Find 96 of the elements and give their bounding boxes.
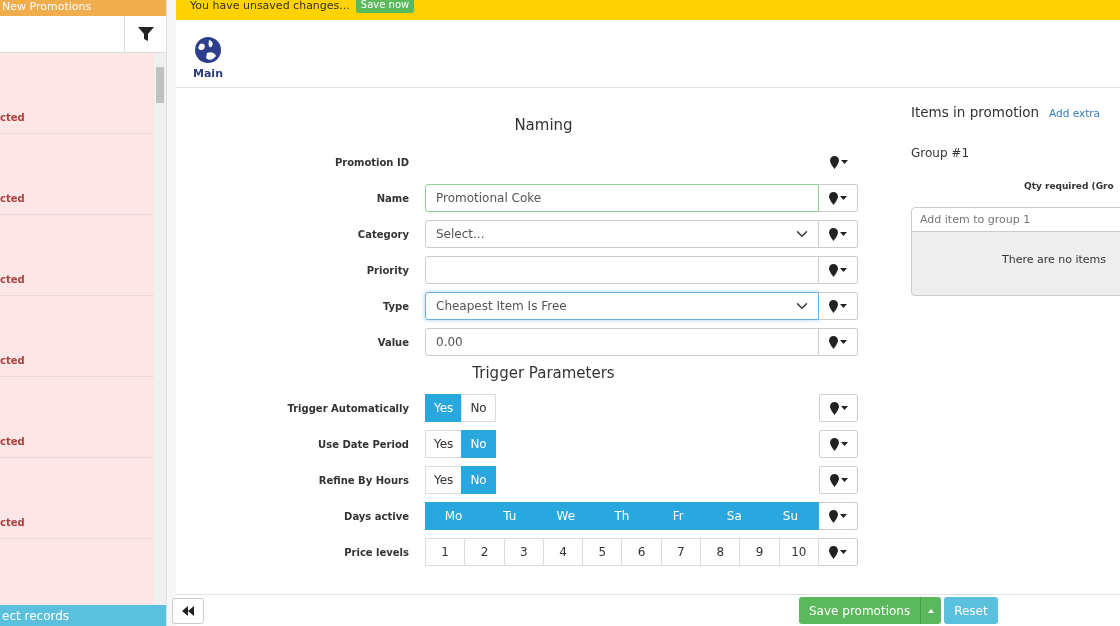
option-button[interactable]: 8	[700, 538, 741, 566]
caret-up-icon	[928, 608, 935, 613]
select-field[interactable]: Cheapest Item Is Free	[425, 292, 819, 320]
option-button[interactable]: 6	[621, 538, 662, 566]
pin-dropdown-button[interactable]	[819, 394, 858, 422]
field-label: Use Date Period	[317, 437, 410, 452]
option-button[interactable]: Yes	[425, 430, 463, 458]
option-button[interactable]: 3	[503, 538, 544, 566]
caret-icon	[840, 340, 847, 344]
field-label: Name	[375, 191, 410, 206]
option-button[interactable]: No	[461, 430, 496, 458]
option-button[interactable]: Sa	[705, 502, 763, 530]
sidebar-title: New Promotions	[0, 0, 166, 16]
pin-icon	[829, 263, 838, 277]
pin-dropdown-button[interactable]	[819, 502, 858, 530]
pin-icon	[829, 509, 838, 523]
caret-icon	[840, 514, 847, 518]
scrollbar[interactable]	[154, 53, 166, 605]
pin-icon	[829, 227, 838, 241]
pin-dropdown-button[interactable]	[819, 220, 858, 248]
text-field[interactable]	[425, 256, 819, 284]
caret-icon	[840, 304, 847, 308]
field-label: Refine By Hours	[317, 473, 410, 488]
main-tab[interactable]: Main	[193, 20, 223, 87]
option-button[interactable]: 7	[660, 538, 702, 566]
status-text: cted	[0, 516, 25, 530]
banner-message: You have unsaved changes...	[190, 0, 350, 11]
option-button[interactable]: Su	[761, 502, 819, 530]
option-button[interactable]: Yes	[425, 466, 463, 494]
field-label: Type	[381, 299, 410, 314]
pin-icon	[829, 401, 839, 415]
option-button[interactable]: Th	[593, 502, 651, 530]
group-title: Group #1	[911, 144, 971, 162]
field-label: Priority	[365, 263, 410, 278]
pin-icon	[829, 335, 838, 349]
caret-icon	[840, 268, 847, 272]
pin-dropdown-button[interactable]	[819, 256, 858, 284]
filter-icon	[137, 27, 154, 41]
status-text: cted	[0, 354, 25, 368]
option-button[interactable]: 4	[542, 538, 584, 566]
double-arrow-left-icon	[182, 605, 194, 616]
caret-icon	[840, 442, 848, 446]
field-label: Price levels	[343, 545, 410, 560]
status-text: cted	[0, 435, 25, 449]
pin-dropdown-button[interactable]	[819, 430, 858, 458]
pin-dropdown-button[interactable]	[819, 184, 858, 212]
option-button[interactable]: No	[461, 466, 496, 494]
status-text: cted	[0, 192, 25, 206]
option-button[interactable]: Fr	[649, 502, 707, 530]
field-label: Value	[376, 335, 410, 350]
caret-icon	[840, 232, 847, 236]
text-field[interactable]: 0.00	[425, 328, 819, 356]
empty-message: There are no items	[1001, 252, 1108, 269]
option-button[interactable]: 2	[464, 538, 505, 566]
option-button[interactable]: No	[461, 394, 496, 422]
field-label: Category	[356, 227, 410, 242]
caret-icon	[840, 160, 848, 164]
option-button[interactable]: Yes	[425, 394, 463, 422]
field-label: Promotion ID	[333, 155, 410, 170]
section-heading: Naming	[513, 116, 574, 134]
pin-icon	[829, 155, 839, 169]
pin-dropdown-button[interactable]	[819, 466, 858, 494]
option-button[interactable]: Tu	[481, 502, 539, 530]
add-item-field[interactable]: Add item to group 1	[912, 208, 1120, 233]
pin-icon	[829, 191, 838, 205]
globe-icon	[194, 36, 222, 64]
pin-dropdown-button[interactable]	[819, 538, 858, 566]
option-button[interactable]: 5	[582, 538, 623, 566]
option-button[interactable]: 10	[778, 538, 819, 566]
scrollbar-thumb[interactable]	[156, 67, 164, 103]
field-label: Trigger Automatically	[286, 401, 410, 416]
status-text: cted	[0, 273, 25, 287]
option-button[interactable]: 9	[739, 538, 780, 566]
section-heading: Items in promotion	[911, 104, 1039, 121]
option-button[interactable]: 1	[425, 538, 466, 566]
text-field[interactable]: Promotional Coke	[425, 184, 819, 212]
pin-icon	[829, 473, 839, 487]
dropdown-toggle-button[interactable]	[920, 597, 942, 624]
pin-icon	[829, 299, 838, 313]
status-text: cted	[0, 111, 25, 125]
pin-dropdown-button[interactable]	[819, 292, 858, 320]
pin-icon	[829, 437, 839, 451]
add-extra-link[interactable]: Add extra	[1049, 106, 1101, 122]
field-label: Days active	[343, 509, 410, 524]
section-heading: Trigger Parameters	[471, 364, 616, 382]
option-button[interactable]: Mo	[425, 502, 483, 530]
pin-dropdown-button[interactable]	[819, 328, 858, 356]
caret-icon	[840, 478, 848, 482]
caret-icon	[840, 550, 847, 554]
select-field[interactable]: Select...	[425, 220, 819, 248]
option-button[interactable]: We	[537, 502, 595, 530]
pin-icon	[829, 545, 838, 559]
collapse-button[interactable]	[172, 597, 204, 624]
caret-icon	[840, 406, 848, 410]
caret-icon	[840, 196, 847, 200]
qty-label: Qty required (Gro	[1024, 179, 1115, 193]
